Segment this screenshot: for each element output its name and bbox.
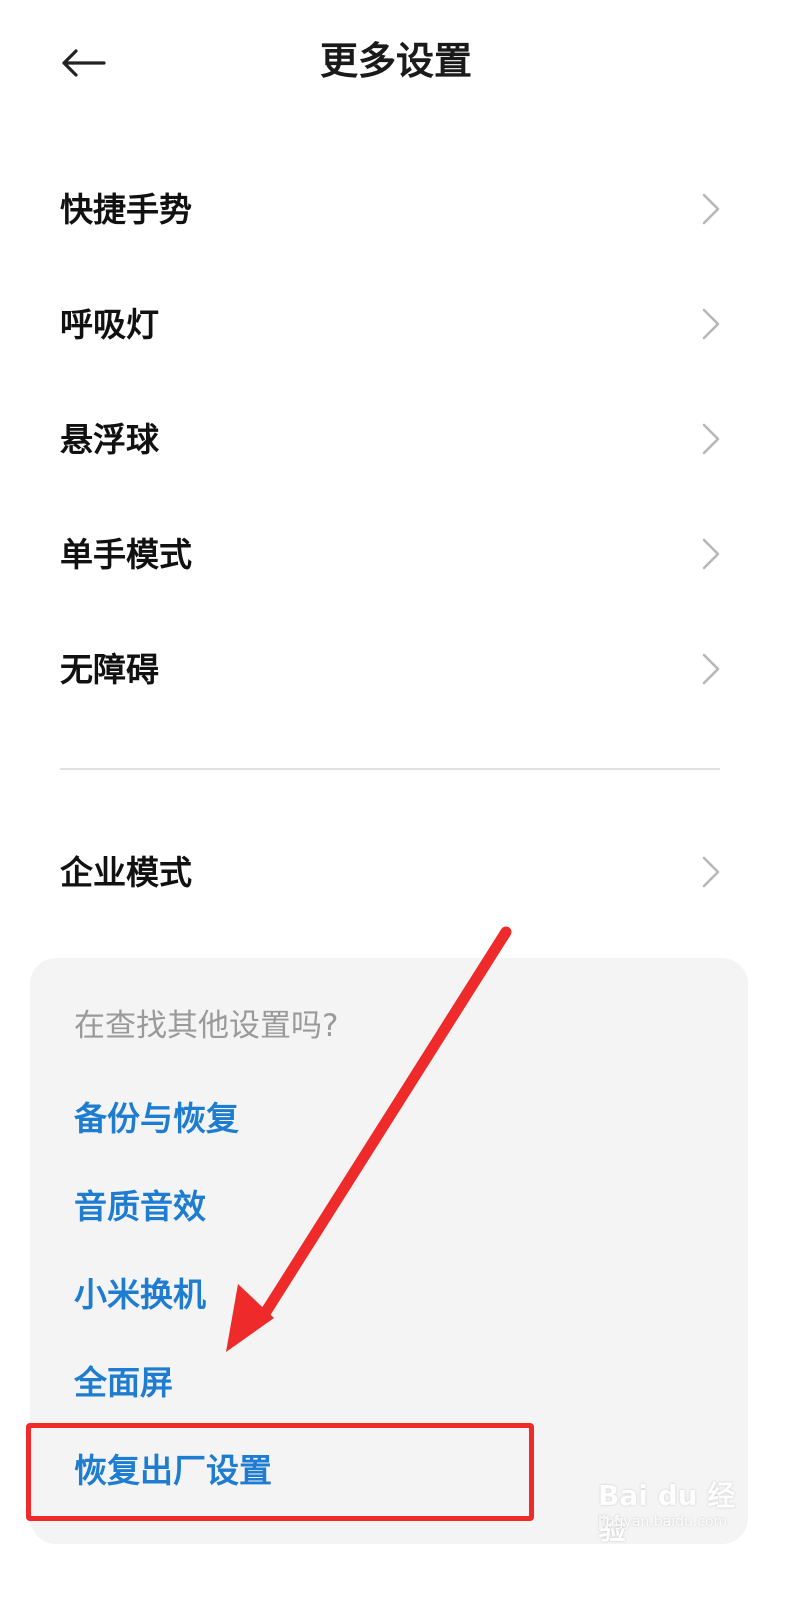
link-backup-restore[interactable]: 备份与恢复 [74, 1094, 239, 1144]
settings-item-label: 单手模式 [60, 535, 192, 574]
watermark-url: jingyan.baidu.com [598, 1514, 728, 1530]
annotation-highlight-box [26, 1423, 534, 1521]
settings-item-accessibility[interactable]: 无障碍 [0, 612, 792, 727]
section-divider [60, 768, 720, 770]
settings-item-label: 快捷手势 [60, 190, 192, 229]
settings-item-label: 无障碍 [60, 650, 159, 689]
chevron-right-icon [702, 653, 720, 685]
watermark: Bai du 经验 jingyan.baidu.com [598, 1477, 748, 1547]
chevron-right-icon [702, 856, 720, 888]
chevron-right-icon [702, 193, 720, 225]
settings-item-label: 呼吸灯 [60, 305, 159, 344]
settings-item-enterprise-mode[interactable]: 企业模式 [0, 815, 792, 930]
settings-item-label: 悬浮球 [60, 420, 159, 459]
settings-item-label: 企业模式 [60, 853, 192, 892]
settings-item-one-handed-mode[interactable]: 单手模式 [0, 497, 792, 612]
page-title: 更多设置 [319, 39, 472, 83]
chevron-right-icon [702, 423, 720, 455]
top-bar: 更多设置 [0, 0, 792, 125]
chevron-right-icon [702, 308, 720, 340]
settings-item-floating-ball[interactable]: 悬浮球 [0, 382, 792, 497]
settings-item-breathing-light[interactable]: 呼吸灯 [0, 267, 792, 382]
link-sound-quality[interactable]: 音质音效 [74, 1182, 206, 1232]
link-mi-mover[interactable]: 小米换机 [74, 1270, 206, 1320]
link-full-screen[interactable]: 全面屏 [74, 1358, 173, 1408]
settings-item-quick-gestures[interactable]: 快捷手势 [0, 152, 792, 267]
chevron-right-icon [702, 538, 720, 570]
suggestions-heading: 在查找其他设置吗? [74, 1008, 339, 1044]
